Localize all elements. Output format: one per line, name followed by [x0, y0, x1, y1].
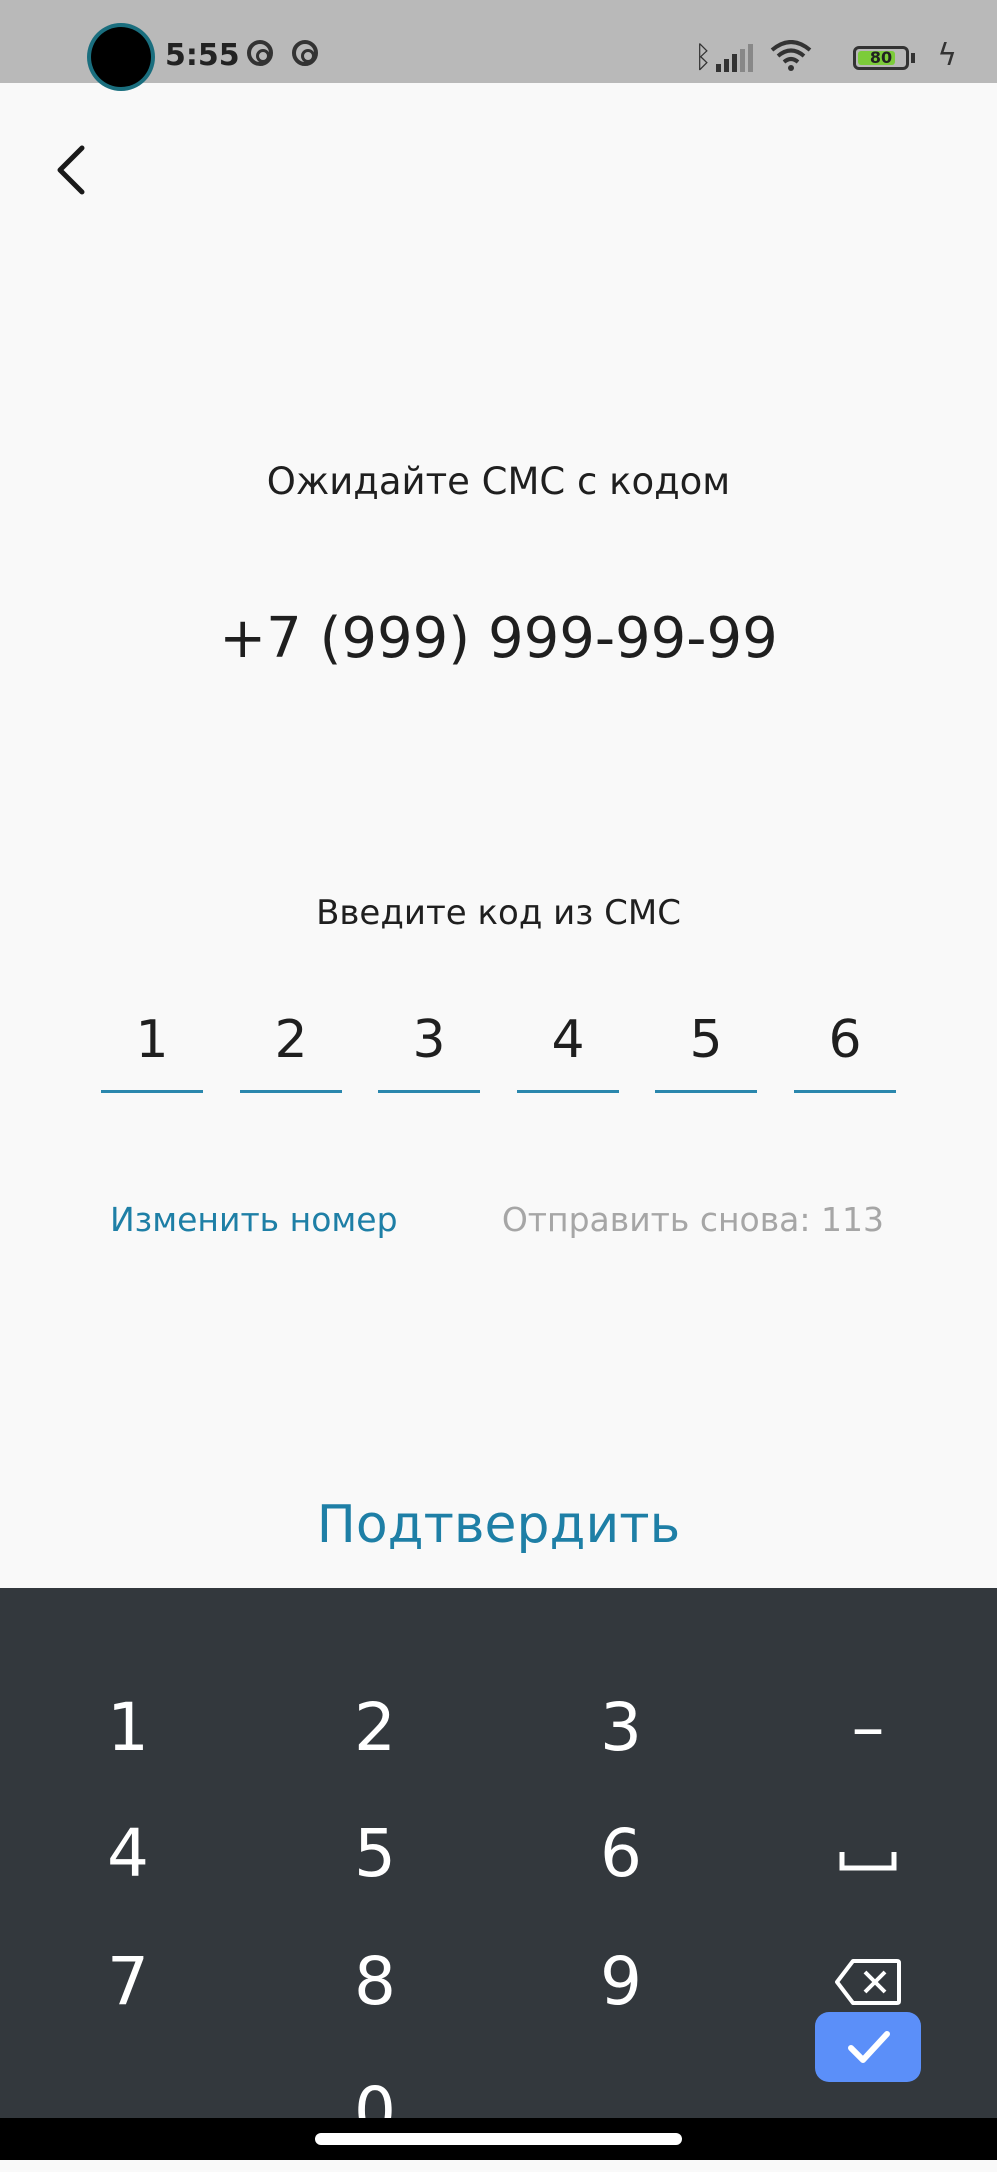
change-number-link[interactable]: Изменить номер: [110, 1200, 398, 1239]
code-digit-input[interactable]: 5: [655, 1000, 757, 1093]
status-icons: ᛒ 80 ϟ: [537, 38, 957, 78]
code-digit-input[interactable]: 3: [378, 1000, 480, 1093]
battery-cap: [911, 53, 915, 63]
wifi-icon: [770, 40, 812, 71]
battery-icon: 80: [853, 46, 909, 70]
notification-icon: [292, 40, 318, 66]
key-9[interactable]: 9: [531, 1922, 711, 2042]
chevron-left-icon: [57, 145, 85, 195]
key-7[interactable]: 7: [38, 1922, 218, 2042]
key-minus[interactable]: –: [778, 1668, 958, 1788]
key-1[interactable]: 1: [38, 1668, 218, 1788]
code-digit-input[interactable]: 2: [240, 1000, 342, 1093]
key-done[interactable]: [815, 2012, 921, 2082]
confirm-button[interactable]: Подтвердить: [0, 1495, 997, 1555]
code-prompt-label: Введите код из СМС: [316, 893, 681, 933]
checkmark-icon: [848, 2031, 890, 2063]
navigation-bar: [0, 2118, 997, 2160]
camera-punch-hole: [91, 27, 151, 87]
bluetooth-icon: ᛒ: [694, 40, 712, 75]
battery-level: 80: [869, 48, 893, 67]
key-3[interactable]: 3: [531, 1668, 711, 1788]
key-8[interactable]: 8: [285, 1922, 465, 2042]
key-5[interactable]: 5: [285, 1794, 465, 1914]
status-bar: 5:55 ᛒ 80 ϟ: [0, 0, 997, 87]
key-6[interactable]: 6: [531, 1794, 711, 1914]
code-digit-input[interactable]: 6: [794, 1000, 896, 1093]
key-space[interactable]: [778, 1794, 958, 1914]
page-title: Ожидайте СМС с кодом: [266, 460, 731, 503]
key-4[interactable]: 4: [38, 1794, 218, 1914]
phone-number: +7 (999) 999-99-99: [219, 606, 778, 671]
charging-icon: ϟ: [937, 38, 957, 73]
notification-icon: [247, 40, 273, 66]
back-button[interactable]: [44, 140, 104, 200]
code-digit-input[interactable]: 1: [101, 1000, 203, 1093]
space-icon: [839, 1852, 897, 1871]
code-digit-input[interactable]: 4: [517, 1000, 619, 1093]
status-time: 5:55: [165, 38, 240, 73]
numeric-keyboard: 1 2 3 – 4 5 6 7 8 9 , 0 .: [0, 1588, 997, 2150]
signal-icon: [716, 44, 753, 72]
home-gesture-handle[interactable]: [315, 2133, 682, 2145]
backspace-icon: [835, 1959, 901, 2005]
key-2[interactable]: 2: [285, 1668, 465, 1788]
resend-timer: Отправить снова: 113: [501, 1200, 884, 1239]
